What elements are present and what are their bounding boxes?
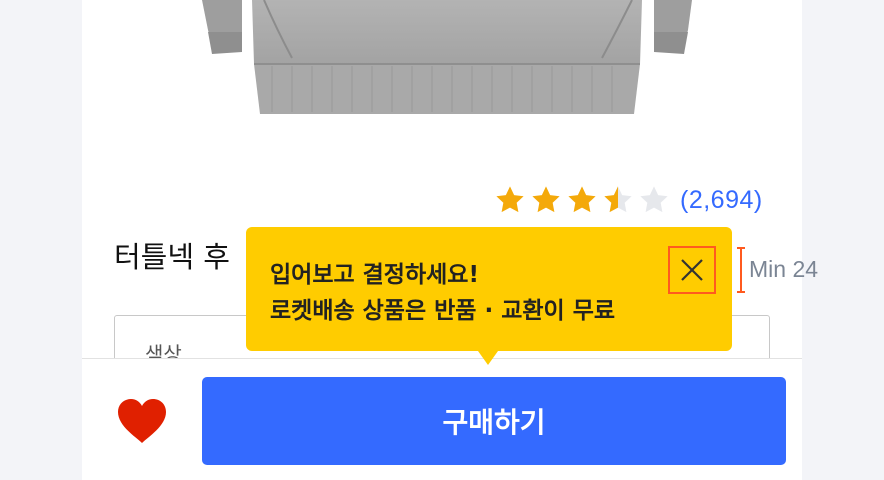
half-star-icon xyxy=(604,186,632,213)
heart-icon[interactable] xyxy=(116,397,168,445)
product-title: 터틀넥 후 xyxy=(114,240,230,274)
product-image xyxy=(202,0,692,114)
rating-count[interactable]: (2,694) xyxy=(680,186,763,215)
min-size-bracket xyxy=(737,247,745,293)
bottom-action-bar: 구매하기 xyxy=(82,358,802,480)
close-icon xyxy=(681,259,703,281)
tooltip-close-button[interactable] xyxy=(668,246,716,294)
star-icon xyxy=(532,186,560,213)
empty-star-icon xyxy=(640,186,668,213)
star-icon xyxy=(496,186,524,213)
screen: (2,694) 터틀넥 후 색상 구매하기 입어보고 결정하세요! 로켓배송 상… xyxy=(0,0,884,480)
tooltip-headline: 입어보고 결정하세요! xyxy=(270,262,479,288)
tooltip-message: 로켓배송 상품은 반품 · 교환이 무료 xyxy=(270,298,616,324)
buy-button[interactable]: 구매하기 xyxy=(202,377,786,465)
star-icon xyxy=(568,186,596,213)
min-size-label: Min 24 xyxy=(749,256,819,282)
product-rating[interactable]: (2,694) xyxy=(494,184,763,216)
rocket-return-tooltip: 입어보고 결정하세요! 로켓배송 상품은 반품 · 교환이 무료 xyxy=(246,227,732,365)
